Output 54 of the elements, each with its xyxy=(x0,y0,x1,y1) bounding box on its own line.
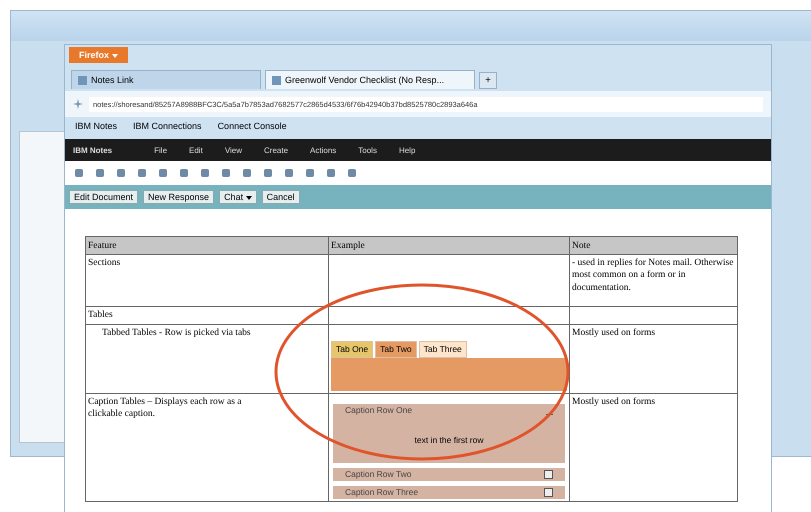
caret-icon xyxy=(112,54,118,58)
table-tab[interactable]: Tab Two xyxy=(375,341,417,358)
menu-item[interactable]: Tools xyxy=(358,146,377,154)
column-header: Note xyxy=(570,236,738,254)
toolbar-icon[interactable] xyxy=(327,169,335,177)
bookmark-link[interactable]: IBM Notes xyxy=(75,121,118,135)
caption-row[interactable]: Caption Row Two xyxy=(333,468,565,482)
bookmark-link[interactable]: IBM Connections xyxy=(133,121,202,135)
table-cell: Mostly used on forms xyxy=(572,328,656,338)
toolbar-icon[interactable] xyxy=(264,169,272,177)
toolbar-icon[interactable] xyxy=(138,169,146,177)
menu-item[interactable]: Help xyxy=(398,146,416,154)
caption-row[interactable]: Caption Row One xyxy=(333,404,565,418)
toolbar-icon[interactable] xyxy=(285,169,293,177)
browser-tab[interactable]: Notes Link xyxy=(71,70,261,89)
table-cell: - used in replies for Notes mail. Otherwise most common on a form or in documentation. xyxy=(572,258,734,293)
toolbar-icon[interactable] xyxy=(201,169,209,177)
caret-icon xyxy=(246,196,252,200)
menu-item[interactable]: View xyxy=(224,146,242,154)
dropdown-button[interactable]: Chat xyxy=(219,190,257,204)
table-tab[interactable]: Tab Three xyxy=(418,341,467,358)
toolbar-icon[interactable] xyxy=(243,169,251,177)
column-header: Example xyxy=(328,236,570,254)
caption-body: text in the first row xyxy=(333,417,565,464)
caption-row[interactable]: Caption Row Three xyxy=(333,486,565,500)
toolbar-icon[interactable] xyxy=(75,169,83,177)
action-button[interactable]: Edit Document xyxy=(69,190,138,204)
toolbar-icon[interactable] xyxy=(159,169,167,177)
toolbar-icon[interactable] xyxy=(348,169,356,177)
app-title: IBM Notes xyxy=(73,146,112,154)
table-cell: Tables xyxy=(88,309,113,322)
table-cell: Sections xyxy=(88,257,120,270)
table-cell-text: Caption Tables – Displays each row as a clickable caption. xyxy=(88,396,242,421)
page-icon xyxy=(272,76,281,84)
new-tab-button[interactable]: + xyxy=(479,72,497,89)
menu-item[interactable]: Create xyxy=(264,146,288,154)
site-icon xyxy=(73,99,83,109)
toolbar-icon[interactable] xyxy=(180,169,188,177)
table-cell: Mostly used on forms xyxy=(572,397,656,408)
action-button[interactable]: Cancel xyxy=(262,190,300,204)
toolbar-icon[interactable] xyxy=(306,169,314,177)
menu-item[interactable]: Edit xyxy=(189,146,203,154)
toolbar-icon[interactable] xyxy=(222,169,230,177)
menu-item[interactable]: Actions xyxy=(310,146,336,154)
action-button[interactable]: New Response xyxy=(143,190,214,204)
browser-tab[interactable]: Greenwolf Vendor Checklist (No Resp... xyxy=(265,70,475,89)
menu-item[interactable]: File xyxy=(154,146,168,154)
toolbar-icon[interactable] xyxy=(117,169,125,177)
table-tab[interactable]: Tab One xyxy=(331,341,374,358)
toolbar-icon[interactable] xyxy=(96,169,104,177)
page-icon xyxy=(78,76,87,84)
bookmark-link[interactable]: Connect Console xyxy=(218,121,287,135)
table-cell-text: Tabbed Tables - Row is picked via tabs xyxy=(101,328,251,338)
column-header: Feature xyxy=(86,236,328,254)
